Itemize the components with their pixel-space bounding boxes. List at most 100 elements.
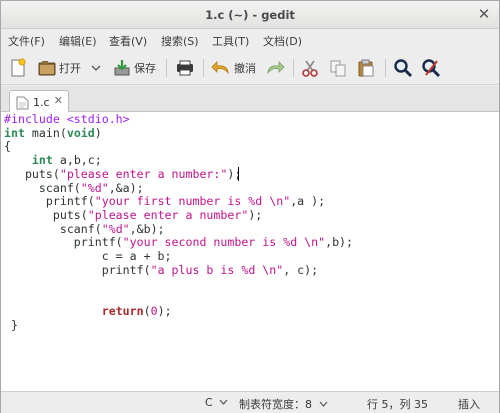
code-editor[interactable]: #include <stdio.h> int main(void){ int a,… (1, 112, 499, 391)
code-token: printf( (4, 194, 95, 208)
redo-arrow-icon (267, 61, 285, 75)
code-token: main( (24, 126, 67, 140)
code-line: printf("your first number is %d \n",a ); (4, 194, 325, 208)
code-token: void (66, 126, 95, 140)
code-token: printf( (4, 235, 123, 249)
code-token: "your first number is %d \n" (94, 194, 291, 208)
document-tab-strip: 1.c ✕ (1, 86, 499, 113)
code-token: scanf( (4, 222, 102, 236)
code-token: "your second number is %d \n" (122, 235, 326, 249)
code-line: #include <stdio.h> (4, 112, 130, 126)
code-token: c = a + b; (4, 249, 172, 263)
code-token: ,&b); (129, 222, 165, 236)
search-icon (394, 59, 413, 78)
clipboard-paste-icon (358, 59, 374, 77)
code-token: ); (227, 167, 242, 181)
code-token: scanf( (4, 181, 81, 195)
code-line: puts("please enter a number:"); (4, 167, 241, 181)
paste-button[interactable] (357, 57, 375, 79)
chevron-down-icon (319, 401, 327, 407)
code-token: ,&a); (108, 181, 144, 195)
code-token: "please enter a number" (87, 208, 249, 222)
code-token: puts( (4, 167, 60, 181)
text-file-icon (16, 96, 29, 110)
menu-view[interactable]: 查看(V) (109, 33, 147, 49)
title-bar[interactable]: 1.c (~) - gedit ✕ (1, 1, 499, 29)
code-token: ,b); (325, 235, 354, 249)
menu-file[interactable]: 文件(F) (8, 33, 45, 49)
menu-edit[interactable]: 编辑(E) (59, 33, 97, 49)
menu-documents[interactable]: 文档(D) (263, 33, 302, 49)
save-download-icon (114, 60, 130, 76)
code-token: ,a ); (290, 194, 326, 208)
chevron-down-icon (91, 65, 101, 71)
save-label: 保存 (134, 62, 156, 75)
cut-button[interactable] (301, 57, 319, 79)
tab-1c[interactable]: 1.c ✕ (9, 90, 69, 113)
code-token: ( (143, 304, 151, 318)
toolbar: 打开 保存 撤消 (1, 51, 499, 85)
code-line: return(0); (4, 304, 172, 318)
tab-width-selector[interactable]: 制表符宽度：8 (239, 396, 328, 412)
code-token: int (31, 153, 53, 167)
code-line: } (4, 318, 18, 332)
toolbar-separator (385, 59, 386, 77)
code-token: "%d" (80, 181, 109, 195)
code-token: "please enter a number:" (59, 167, 228, 181)
code-token: , c); (283, 263, 319, 277)
toolbar-separator (203, 59, 204, 77)
open-button[interactable]: 打开 (38, 57, 81, 79)
new-button[interactable] (9, 57, 27, 79)
close-window-icon[interactable]: ✕ (476, 6, 492, 22)
language-label: C (205, 396, 213, 409)
status-bar: C 制表符宽度：8 行 5，列 35 插入 (1, 391, 499, 413)
print-button[interactable] (175, 57, 195, 79)
code-token: 0 (150, 304, 158, 318)
undo-button[interactable]: 撤消 (211, 57, 256, 79)
open-label: 打开 (59, 62, 81, 75)
open-recent-dropdown[interactable] (91, 57, 101, 79)
code-token: return (101, 304, 144, 318)
chevron-down-icon (219, 399, 228, 405)
language-selector[interactable]: C (205, 396, 228, 409)
code-token: ); (248, 208, 263, 222)
code-line: c = a + b; (4, 249, 172, 263)
undo-label: 撤消 (234, 62, 256, 75)
cursor-position: 行 5，列 35 (367, 398, 428, 411)
code-token: printf( (4, 263, 151, 277)
gedit-window: 1.c (~) - gedit ✕ 文件(F) 编辑(E) 查看(V) 搜索(S… (0, 0, 500, 413)
undo-arrow-icon (211, 61, 229, 75)
code-token: int (4, 126, 25, 140)
open-folder-icon (38, 61, 56, 76)
toolbar-separator (166, 59, 167, 77)
text-cursor (238, 167, 239, 181)
code-line: scanf("%d",&a); (4, 181, 144, 195)
code-token: a,b,c; (52, 153, 102, 167)
code-token: "%d" (101, 222, 130, 236)
close-tab-icon[interactable]: ✕ (54, 94, 63, 107)
code-line: int a,b,c; (4, 153, 102, 167)
menu-search[interactable]: 搜索(S) (161, 33, 199, 49)
code-token: #include <stdio.h> (4, 112, 130, 126)
code-line: printf("your second number is %d \n",b); (4, 235, 353, 249)
menu-tools[interactable]: 工具(T) (212, 33, 249, 49)
code-token: } (4, 318, 18, 332)
replace-button[interactable] (421, 57, 441, 79)
code-token: "a plus b is %d \n" (150, 263, 284, 277)
window-title: 1.c (~) - gedit (205, 8, 295, 22)
redo-button[interactable] (265, 57, 285, 79)
code-line: printf("a plus b is %d \n", c); (4, 263, 318, 277)
tab-width-label: 制表符宽度：8 (239, 398, 312, 411)
copy-icon (330, 60, 346, 77)
scissors-icon (302, 60, 318, 77)
save-button[interactable]: 保存 (113, 57, 156, 79)
code-line: int main(void) (4, 126, 102, 140)
code-token: ) (94, 126, 102, 140)
code-line: { (4, 139, 11, 153)
menu-bar: 文件(F) 编辑(E) 查看(V) 搜索(S) 工具(T) 文档(D) (1, 29, 499, 51)
code-line: puts("please enter a number"); (4, 208, 262, 222)
copy-button[interactable] (329, 57, 347, 79)
find-button[interactable] (393, 57, 413, 79)
